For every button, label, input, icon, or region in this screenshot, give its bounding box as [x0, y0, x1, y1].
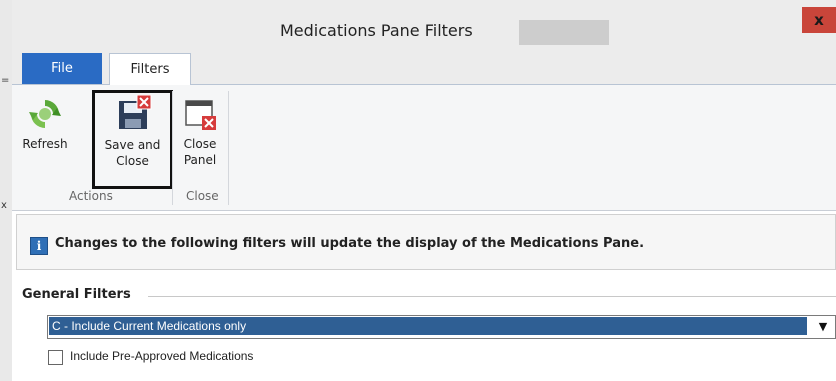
close-panel-icon — [185, 100, 216, 130]
tab-file[interactable]: File — [22, 53, 102, 84]
group-label-actions: Actions — [69, 189, 113, 203]
save-and-close-label-line1: Save and — [104, 138, 161, 152]
save-and-close-label-line2: Close — [116, 154, 149, 168]
info-banner-text: Changes to the following filters will up… — [55, 236, 645, 251]
save-and-close-button[interactable]: Save and Close — [92, 90, 173, 189]
window-close-button[interactable]: x — [802, 7, 836, 33]
refresh-button[interactable]: Refresh — [15, 93, 75, 152]
window-title: Medications Pane Filters — [280, 21, 473, 40]
info-icon: i — [30, 237, 48, 255]
include-pre-approved-checkbox[interactable] — [48, 350, 63, 365]
refresh-label: Refresh — [22, 137, 68, 151]
refresh-icon — [29, 100, 61, 128]
title-bar: Medications Pane Filters x — [12, 0, 836, 50]
ribbon-group-separator — [228, 91, 229, 205]
medication-filter-select[interactable]: C - Include Current Medications only ▼ — [47, 315, 836, 339]
ribbon-group-separator — [172, 91, 173, 205]
section-divider — [148, 296, 836, 297]
redacted-title-area — [519, 20, 609, 45]
info-banner: i Changes to the following filters will … — [16, 214, 836, 270]
close-panel-label-line2: Panel — [183, 153, 217, 167]
close-panel-button[interactable]: Close Panel — [175, 93, 225, 168]
background-mark: x — [1, 200, 7, 211]
include-pre-approved-label[interactable]: Include Pre-Approved Medications — [70, 349, 253, 363]
save-and-close-icon — [118, 95, 151, 129]
medications-filters-window: Medications Pane Filters x File Filters … — [12, 0, 836, 381]
group-label-close: Close — [186, 189, 219, 203]
background-mark: = — [1, 75, 10, 86]
ribbon-tabs: File Filters — [12, 50, 836, 85]
ribbon: Refresh Save and Close Close Panel Actio… — [12, 85, 836, 211]
tab-filters[interactable]: Filters — [109, 53, 191, 85]
general-filters-title: General Filters — [22, 287, 135, 302]
dropdown-arrow-icon[interactable]: ▼ — [811, 316, 835, 338]
general-filters-section: General Filters C - Include Current Medi… — [16, 274, 836, 381]
medication-filter-value: C - Include Current Medications only — [49, 317, 807, 335]
close-panel-label-line1: Close — [183, 137, 217, 151]
